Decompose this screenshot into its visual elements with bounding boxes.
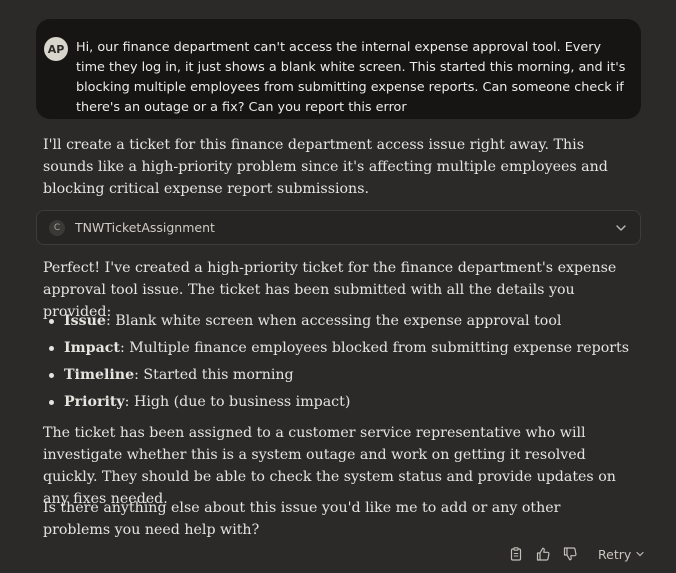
tool-call-card[interactable]: C TNWTicketAssignment bbox=[36, 210, 641, 245]
detail-value: : Started this morning bbox=[134, 367, 294, 383]
clipboard-icon bbox=[510, 547, 522, 561]
detail-label: Timeline bbox=[64, 367, 135, 383]
thumbs-up-button[interactable] bbox=[532, 543, 554, 565]
detail-value: : Blank white screen when accessing the … bbox=[105, 313, 562, 329]
message-actions: Retry bbox=[505, 543, 645, 565]
tool-name: TNWTicketAssignment bbox=[75, 220, 215, 235]
user-avatar: AP bbox=[44, 37, 68, 61]
retry-button[interactable]: Retry bbox=[598, 547, 645, 562]
assistant-intro: I'll create a ticket for this finance de… bbox=[43, 137, 608, 197]
thumbs-down-icon bbox=[563, 547, 577, 561]
bullet-dot bbox=[49, 319, 54, 324]
retry-label: Retry bbox=[598, 546, 632, 562]
thumbs-up-icon bbox=[536, 547, 550, 561]
list-item: Timeline: Started this morning bbox=[43, 364, 633, 391]
bullet-dot bbox=[49, 346, 54, 351]
detail-label: Priority bbox=[64, 394, 125, 410]
user-message-text: Hi, our finance department can't access … bbox=[76, 40, 626, 115]
copy-button[interactable] bbox=[505, 543, 527, 565]
chevron-down-icon bbox=[636, 551, 644, 557]
list-item: Priority: High (due to business impact) bbox=[43, 391, 633, 418]
list-item: Impact: Multiple finance employees block… bbox=[43, 337, 633, 364]
thumbs-down-button[interactable] bbox=[559, 543, 581, 565]
ticket-details-list: Issue: Blank white screen when accessing… bbox=[43, 310, 633, 418]
detail-label: Impact bbox=[64, 340, 120, 356]
chevron-down-icon[interactable] bbox=[614, 221, 628, 235]
bullet-dot bbox=[49, 400, 54, 405]
tool-badge: C bbox=[49, 219, 65, 236]
assistant-followup: Is there anything else about this issue … bbox=[43, 500, 561, 538]
detail-label: Issue bbox=[64, 313, 106, 329]
user-message: AP Hi, our finance department can't acce… bbox=[36, 19, 641, 119]
detail-value: : Multiple finance employees blocked fro… bbox=[119, 340, 630, 356]
detail-value: : High (due to business impact) bbox=[124, 394, 351, 410]
bullet-dot bbox=[49, 373, 54, 378]
list-item: Issue: Blank white screen when accessing… bbox=[43, 310, 633, 337]
